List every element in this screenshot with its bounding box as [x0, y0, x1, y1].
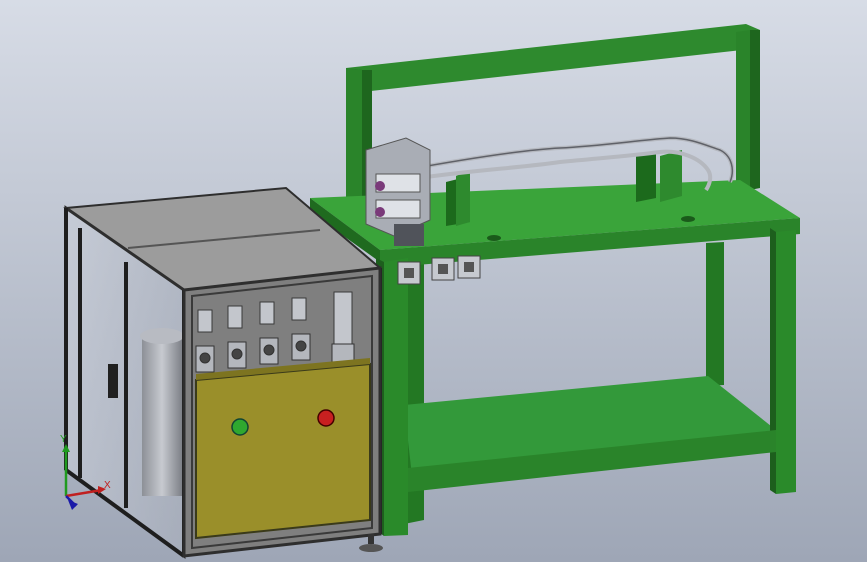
bench-front-leg-right-side [770, 228, 776, 494]
table-knob-right [681, 216, 695, 222]
start-button[interactable] [231, 418, 249, 436]
pneumatic-cabinet[interactable] [63, 186, 383, 559]
triad-x-label: X [104, 480, 111, 491]
stop-button[interactable] [317, 409, 335, 427]
air-tank [140, 328, 184, 496]
bench-rear-leg-right [706, 242, 724, 386]
control-box [195, 362, 371, 540]
table-knob-left [487, 235, 501, 241]
cabinet-handle[interactable] [108, 364, 118, 398]
bench-front-leg-left [384, 258, 408, 536]
cad-viewport[interactable]: X Y [0, 0, 867, 562]
triad-y-label: Y [60, 434, 67, 445]
bench-front-leg-right [776, 230, 796, 494]
